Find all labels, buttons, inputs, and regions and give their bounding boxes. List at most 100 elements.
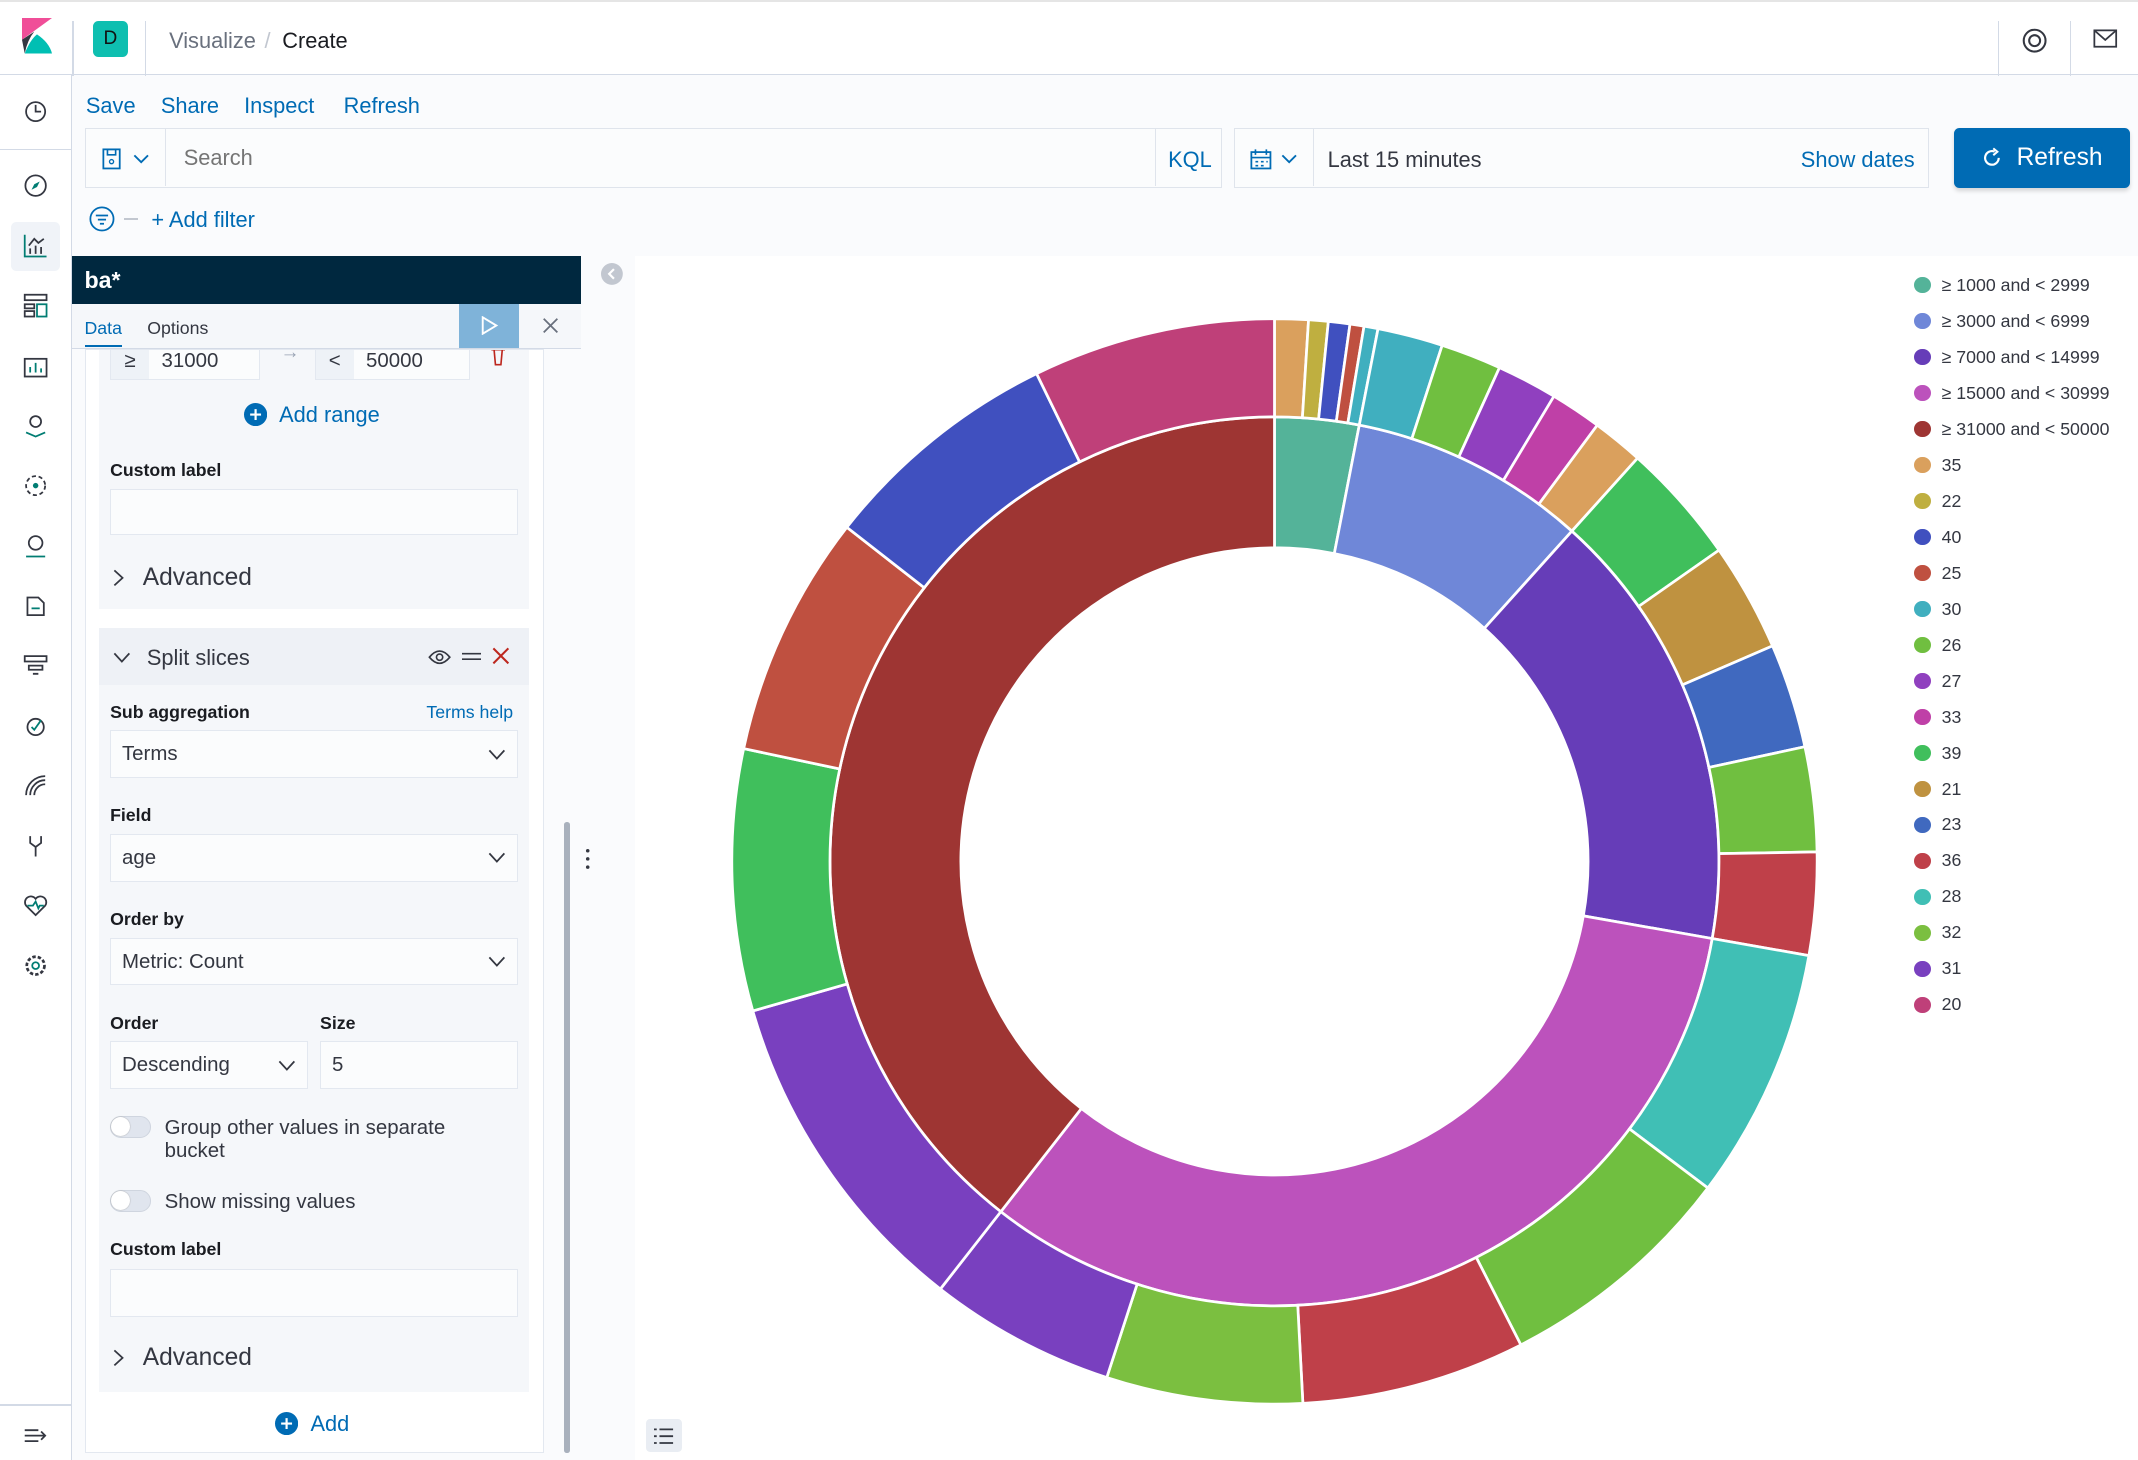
save-link[interactable]: Save [86,93,136,119]
legend-item[interactable]: ≥ 15000 and < 30999 [1914,375,2109,411]
space-avatar[interactable]: D [92,21,129,57]
outer-slice[interactable] [730,747,850,1013]
monitoring-icon[interactable] [22,892,49,919]
advanced-toggle[interactable]: Advanced [113,564,252,592]
legend-item[interactable]: ≥ 31000 and < 50000 [1914,411,2109,447]
close-icon[interactable] [541,316,560,335]
trash-icon[interactable] [490,349,506,366]
show-dates-link[interactable]: Show dates [1801,147,1915,173]
legend-color-dot [1914,564,1931,582]
legend-item[interactable]: 25 [1914,555,2109,591]
discover-compass-icon[interactable] [22,172,49,199]
logs-icon[interactable] [22,592,49,619]
legend-item[interactable]: 26 [1914,627,2109,663]
maps-icon[interactable] [22,412,49,439]
help-icon[interactable] [2021,27,2048,54]
settings-gear-icon[interactable] [22,952,49,979]
range-from-field[interactable]: ≥31000 [110,350,261,381]
dashboard-icon[interactable] [22,292,49,319]
legend-item[interactable]: 28 [1914,879,2109,915]
legend-item[interactable]: 21 [1914,771,2109,807]
time-range-label[interactable]: Last 15 minutes [1328,147,1482,173]
advanced-label: Advanced [142,564,252,592]
kibana-logo[interactable] [21,18,52,56]
add-agg-button[interactable]: Add [275,1411,349,1437]
remove-x-icon[interactable] [492,647,510,665]
saved-query-button[interactable] [86,129,166,187]
refresh-link[interactable]: Refresh [344,93,420,119]
mail-icon[interactable] [2093,29,2118,48]
custom-label-input[interactable] [110,489,518,536]
legend-item[interactable]: ≥ 7000 and < 14999 [1914,339,2109,375]
filter-options-icon[interactable] [89,206,115,232]
terms-help-link[interactable]: Terms help [426,702,513,723]
legend-item[interactable]: 33 [1914,699,2109,735]
legend-item[interactable]: ≥ 1000 and < 2999 [1914,267,2109,303]
apply-changes-button[interactable] [459,304,520,348]
legend-item[interactable]: 36 [1914,843,2109,879]
legend-color-dot [1914,996,1931,1014]
size-input[interactable]: 5 [320,1041,518,1090]
legend-item[interactable]: 27 [1914,663,2109,699]
inspect-link[interactable]: Inspect [244,93,314,119]
tab-data[interactable]: Data [84,318,122,348]
editor-scrollbar[interactable] [564,822,570,1454]
order-label: Order [110,1012,159,1033]
add-range-button[interactable]: Add range [243,402,380,428]
legend-item[interactable]: ≥ 3000 and < 6999 [1914,303,2109,339]
group-other-toggle[interactable] [110,1116,151,1139]
editor-tabs: Data Options [72,304,581,350]
eye-icon[interactable] [428,649,451,665]
breadcrumb-visualize[interactable]: Visualize [169,28,256,54]
tab-options[interactable]: Options [147,318,208,339]
uptime-icon[interactable] [22,712,49,739]
advanced-label: Advanced [142,1344,252,1372]
legend-color-dot [1914,672,1931,690]
split-slices-header: Split slices [99,628,529,686]
ml-icon[interactable] [22,472,49,499]
split-custom-label-input[interactable] [110,1269,518,1317]
canvas-icon[interactable] [22,352,49,379]
sub-aggregation-select[interactable]: Terms [110,730,518,779]
refresh-button[interactable]: Refresh [1953,128,2130,189]
legend-item[interactable]: 40 [1914,519,2109,555]
add-label: Add [310,1410,350,1436]
siem-icon[interactable] [22,772,49,799]
dev-tools-icon[interactable] [22,832,49,859]
share-link[interactable]: Share [161,93,219,119]
visualize-icon[interactable] [22,232,49,259]
order-by-select[interactable]: Metric: Count [110,937,518,986]
legend-item[interactable]: 20 [1914,987,2109,1023]
kql-button[interactable]: KQL [1168,147,1212,173]
order-select[interactable]: Descending [110,1041,308,1090]
legend-label: 32 [1941,922,1962,943]
collapse-nav-icon[interactable] [22,1422,49,1449]
legend-label: 25 [1941,562,1962,583]
outer-slice[interactable] [1707,745,1819,856]
field-value: age [121,845,157,869]
split-advanced-toggle[interactable]: Advanced [113,1344,252,1372]
legend-item[interactable]: 35 [1914,447,2109,483]
show-missing-toggle[interactable] [110,1189,151,1212]
add-filter-link[interactable]: + Add filter [151,207,255,233]
legend-item[interactable]: 32 [1914,915,2109,951]
collapse-sidebar-icon[interactable] [601,263,624,285]
range-to-field[interactable]: <50000 [314,350,471,381]
editor-scroll-area: ≥31000 → <50000 Add range Custom label A… [84,349,545,1454]
infrastructure-icon[interactable] [22,532,49,559]
drag-handle-icon[interactable] [461,651,481,662]
legend-toggle-button[interactable] [646,1419,682,1453]
legend-item[interactable]: 39 [1914,735,2109,771]
quick-menu-button[interactable] [1235,129,1315,187]
legend-item[interactable]: 23 [1914,807,2109,843]
apm-icon[interactable] [22,652,49,679]
legend-item[interactable]: 31 [1914,951,2109,987]
split-slices-toggle[interactable]: Split slices [113,645,250,671]
resize-handle-icon[interactable] [585,848,590,870]
legend-label: ≥ 7000 and < 14999 [1941,346,2100,367]
legend-item[interactable]: 22 [1914,483,2109,519]
legend-item[interactable]: 30 [1914,591,2109,627]
field-select[interactable]: age [110,834,518,882]
search-input[interactable] [167,129,1155,187]
recent-clock-icon[interactable] [22,98,49,125]
